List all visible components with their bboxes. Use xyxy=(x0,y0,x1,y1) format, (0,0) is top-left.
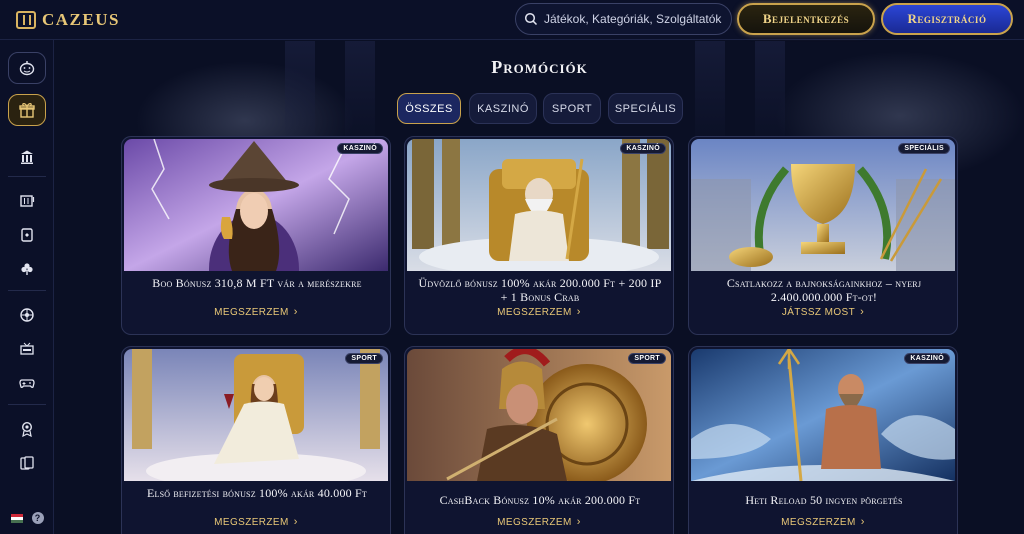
live-tv-icon xyxy=(20,342,34,355)
promo-card[interactable]: SPORT Első befizetési bónusz 100% akár 4… xyxy=(121,346,391,534)
search-input[interactable] xyxy=(544,12,724,26)
promo-title: Boo Bónusz 310,8 M FT vár a merészekre xyxy=(152,276,362,290)
claim-label: MEGSZERZEM xyxy=(214,307,289,318)
search-box[interactable] xyxy=(515,3,732,35)
tab-special[interactable]: SPECIÁLIS xyxy=(608,93,683,124)
gift-icon xyxy=(19,103,35,118)
claim-button[interactable]: MEGSZERZEM › xyxy=(405,306,673,318)
slot-machine-icon xyxy=(20,195,35,207)
register-button[interactable]: Regisztráció xyxy=(881,3,1013,35)
hungarian-flag-icon[interactable] xyxy=(10,513,23,523)
chevron-right-icon: › xyxy=(860,516,865,528)
promo-card[interactable]: KASZINÓ Heti Reload 50 ingyen pörgetés M… xyxy=(688,346,958,534)
promo-image-trophy: SPECIÁLIS xyxy=(691,139,955,271)
promo-title: CashBack Bónusz 10% akár 200.000 Ft xyxy=(439,493,641,507)
temple-icon xyxy=(21,150,33,164)
chevron-right-icon: › xyxy=(860,306,865,318)
claim-button[interactable]: MEGSZERZEM › xyxy=(405,516,673,528)
chevron-right-icon: › xyxy=(293,306,298,318)
sidebar: ? xyxy=(0,40,54,534)
gamepad-icon xyxy=(19,379,35,388)
tab-sport[interactable]: SPORT xyxy=(543,93,601,124)
claim-button[interactable]: MEGSZERZEM › xyxy=(122,516,390,528)
tab-all[interactable]: ÖSSZES xyxy=(397,93,461,124)
promo-title: Heti Reload 50 ingyen pörgetés xyxy=(745,493,903,507)
logo-icon xyxy=(16,10,36,29)
sidebar-item-slots[interactable] xyxy=(17,191,37,211)
sidebar-item-table-games[interactable] xyxy=(17,225,37,245)
claim-button[interactable]: MEGSZERZEM › xyxy=(122,306,390,318)
play-now-label: JÁTSSZ MOST xyxy=(781,307,856,318)
promo-card[interactable]: KASZINÓ Boo Bónusz 310,8 M FT vár a meré… xyxy=(121,136,391,335)
promo-image-zeus: KASZINÓ xyxy=(407,139,671,271)
promo-image-poseidon: KASZINÓ xyxy=(691,349,955,481)
promo-card[interactable]: SPECIÁLIS Csatlakozz a bajnokságainkhoz … xyxy=(688,136,958,335)
promo-image-witch: KASZINÓ xyxy=(124,139,388,271)
logo-text: CAZEUS xyxy=(42,9,120,29)
category-badge: KASZINÓ xyxy=(620,143,666,154)
sidebar-divider xyxy=(8,290,46,291)
halloween-pumpkin-icon xyxy=(19,61,35,76)
promo-title: Első befizetési bónusz 100% akár 40.000 … xyxy=(146,486,368,500)
claim-button[interactable]: MEGSZERZEM › xyxy=(689,516,957,528)
tab-casino[interactable]: KASZINÓ xyxy=(469,93,537,124)
chevron-right-icon: › xyxy=(576,306,581,318)
roulette-icon xyxy=(20,308,34,322)
trophy-award-icon xyxy=(21,421,33,437)
category-badge: SPORT xyxy=(345,353,383,364)
chevron-right-icon: › xyxy=(293,516,298,528)
sidebar-divider xyxy=(8,404,46,405)
sidebar-item-sports[interactable] xyxy=(17,305,37,325)
promo-title: Üdvözlő bónusz 100% akár 200.000 Ft + 20… xyxy=(418,276,662,304)
sidebar-divider xyxy=(8,176,46,177)
promo-image-spartan: SPORT xyxy=(407,349,671,481)
promotions-page: Promóciók ÖSSZES KASZINÓ SPORT SPECIÁLIS xyxy=(55,41,1024,534)
promo-image-goddess: SPORT xyxy=(124,349,388,481)
help-icon[interactable]: ? xyxy=(31,512,44,524)
playing-card-icon xyxy=(21,228,33,242)
sidebar-item-tournaments[interactable] xyxy=(17,419,37,439)
category-badge: KASZINÓ xyxy=(337,143,383,154)
category-badge: SPORT xyxy=(628,353,666,364)
cards-icon xyxy=(20,456,34,470)
claim-label: MEGSZERZEM xyxy=(497,517,572,528)
sidebar-item-promotions[interactable] xyxy=(8,94,46,126)
promo-card[interactable]: KASZINÓ Üdvözlő bónusz 100% akár 200.000… xyxy=(404,136,674,335)
category-badge: KASZINÓ xyxy=(904,353,950,364)
claim-label: MEGSZERZEM xyxy=(497,307,572,318)
sidebar-footer: ? xyxy=(0,502,54,534)
sidebar-item-home[interactable] xyxy=(17,147,37,167)
sidebar-item-poker[interactable] xyxy=(17,259,37,279)
search-icon xyxy=(524,12,538,26)
chevron-right-icon: › xyxy=(576,516,581,528)
page-title: Promóciók xyxy=(491,57,588,77)
claim-label: MEGSZERZEM xyxy=(781,517,856,528)
top-header: CAZEUS Bejelentkezés Regisztráció xyxy=(0,0,1024,40)
login-button[interactable]: Bejelentkezés xyxy=(737,3,875,35)
category-tabs: ÖSSZES KASZINÓ SPORT SPECIÁLIS xyxy=(55,93,1024,125)
promo-title: Csatlakozz a bajnokságainkhoz – nyerj 2.… xyxy=(726,276,922,304)
play-now-button[interactable]: JÁTSSZ MOST › xyxy=(689,306,957,318)
sidebar-item-esports[interactable] xyxy=(17,373,37,393)
claim-label: MEGSZERZEM xyxy=(214,517,289,528)
sidebar-item-halloween[interactable] xyxy=(8,52,46,84)
logo[interactable]: CAZEUS xyxy=(16,10,120,30)
promo-card[interactable]: SPORT CashBack Bónusz 10% akár 200.000 F… xyxy=(404,346,674,534)
sidebar-item-live[interactable] xyxy=(17,339,37,359)
sidebar-item-card-games[interactable] xyxy=(17,453,37,473)
clover-icon xyxy=(21,263,33,275)
category-badge: SPECIÁLIS xyxy=(898,143,950,154)
